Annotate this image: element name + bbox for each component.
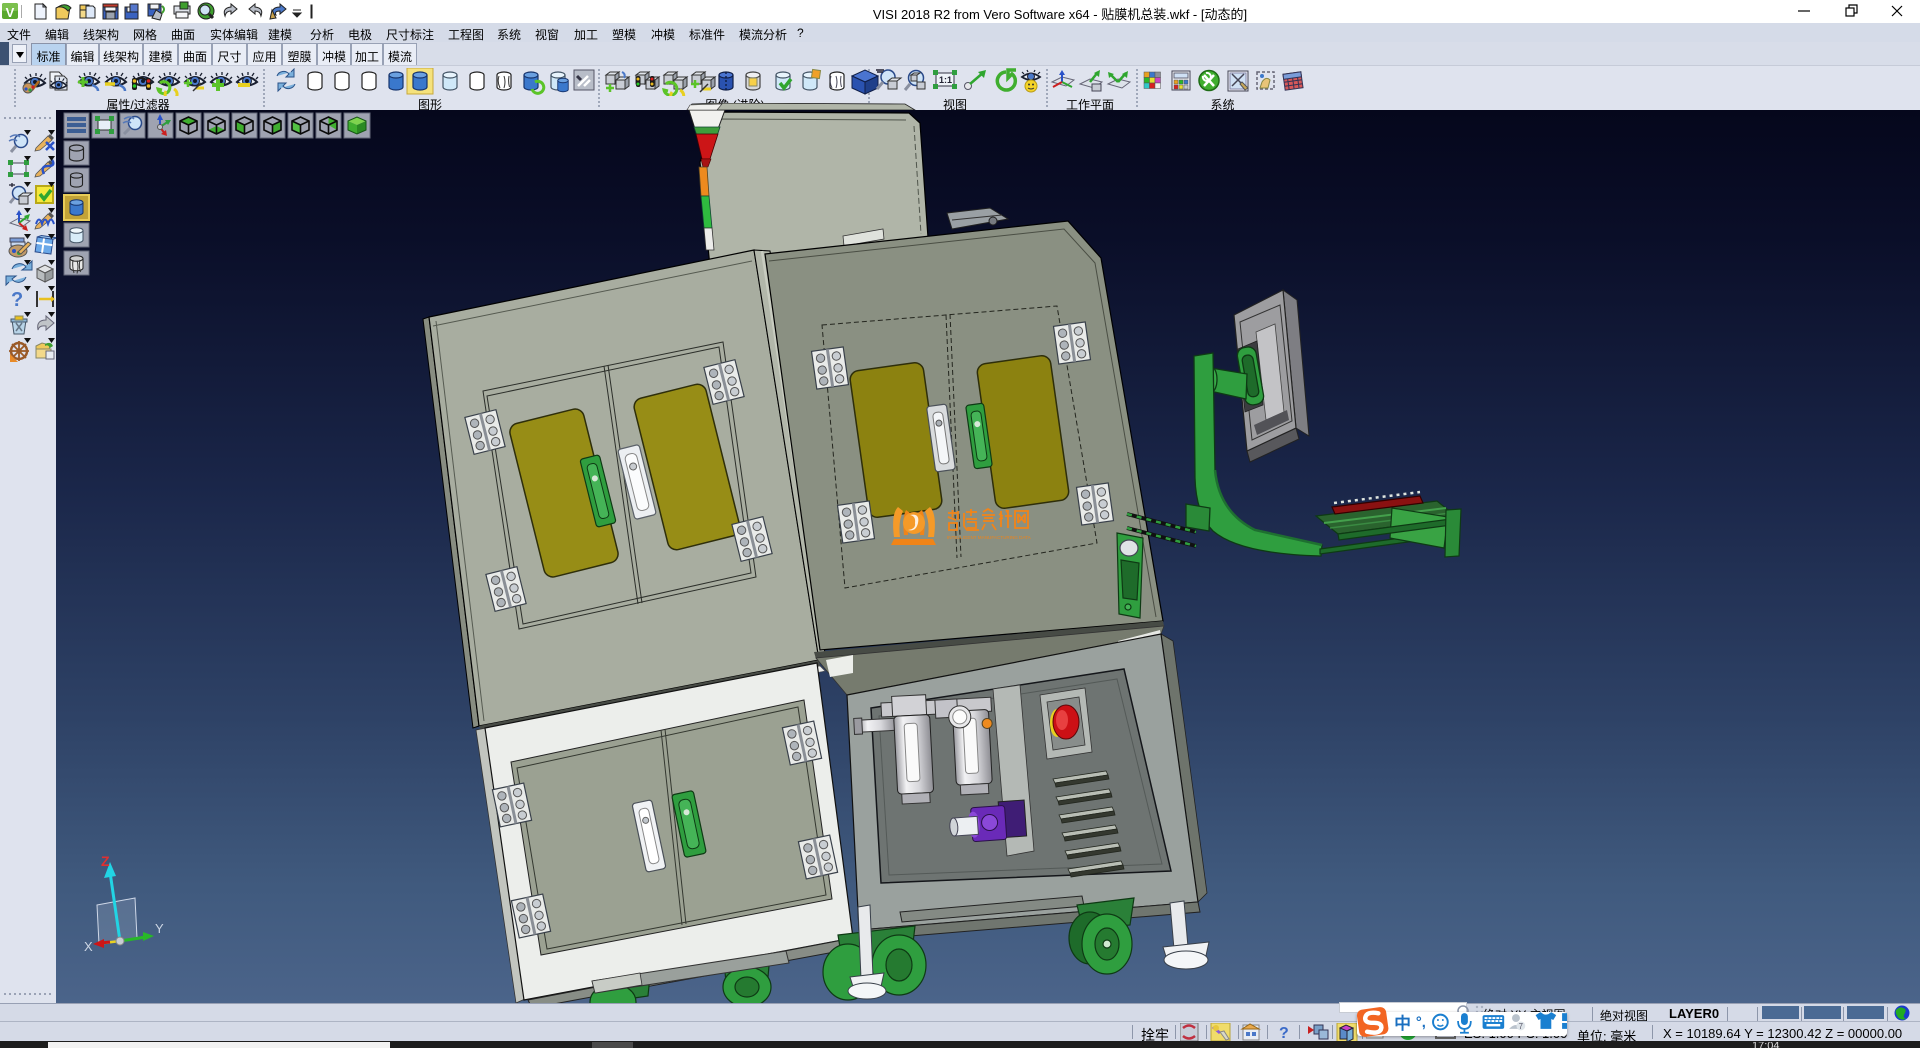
svg-text:Z: Z bbox=[101, 853, 110, 869]
svg-text:V: V bbox=[6, 5, 15, 20]
svg-text:中: 中 bbox=[1394, 1013, 1411, 1033]
svg-text:Y: Y bbox=[155, 921, 164, 936]
svg-text:7: 7 bbox=[1519, 1022, 1523, 1031]
svg-text:?: ? bbox=[11, 289, 23, 311]
svg-text:?: ? bbox=[1279, 1025, 1289, 1042]
svg-text:INTELLIGENT MANUFACTURING DATA: INTELLIGENT MANUFACTURING DATA bbox=[947, 535, 1032, 540]
svg-text:°,: °, bbox=[1416, 1015, 1426, 1031]
svg-text:1:1: 1:1 bbox=[939, 75, 952, 85]
svg-text:X: X bbox=[84, 939, 93, 954]
